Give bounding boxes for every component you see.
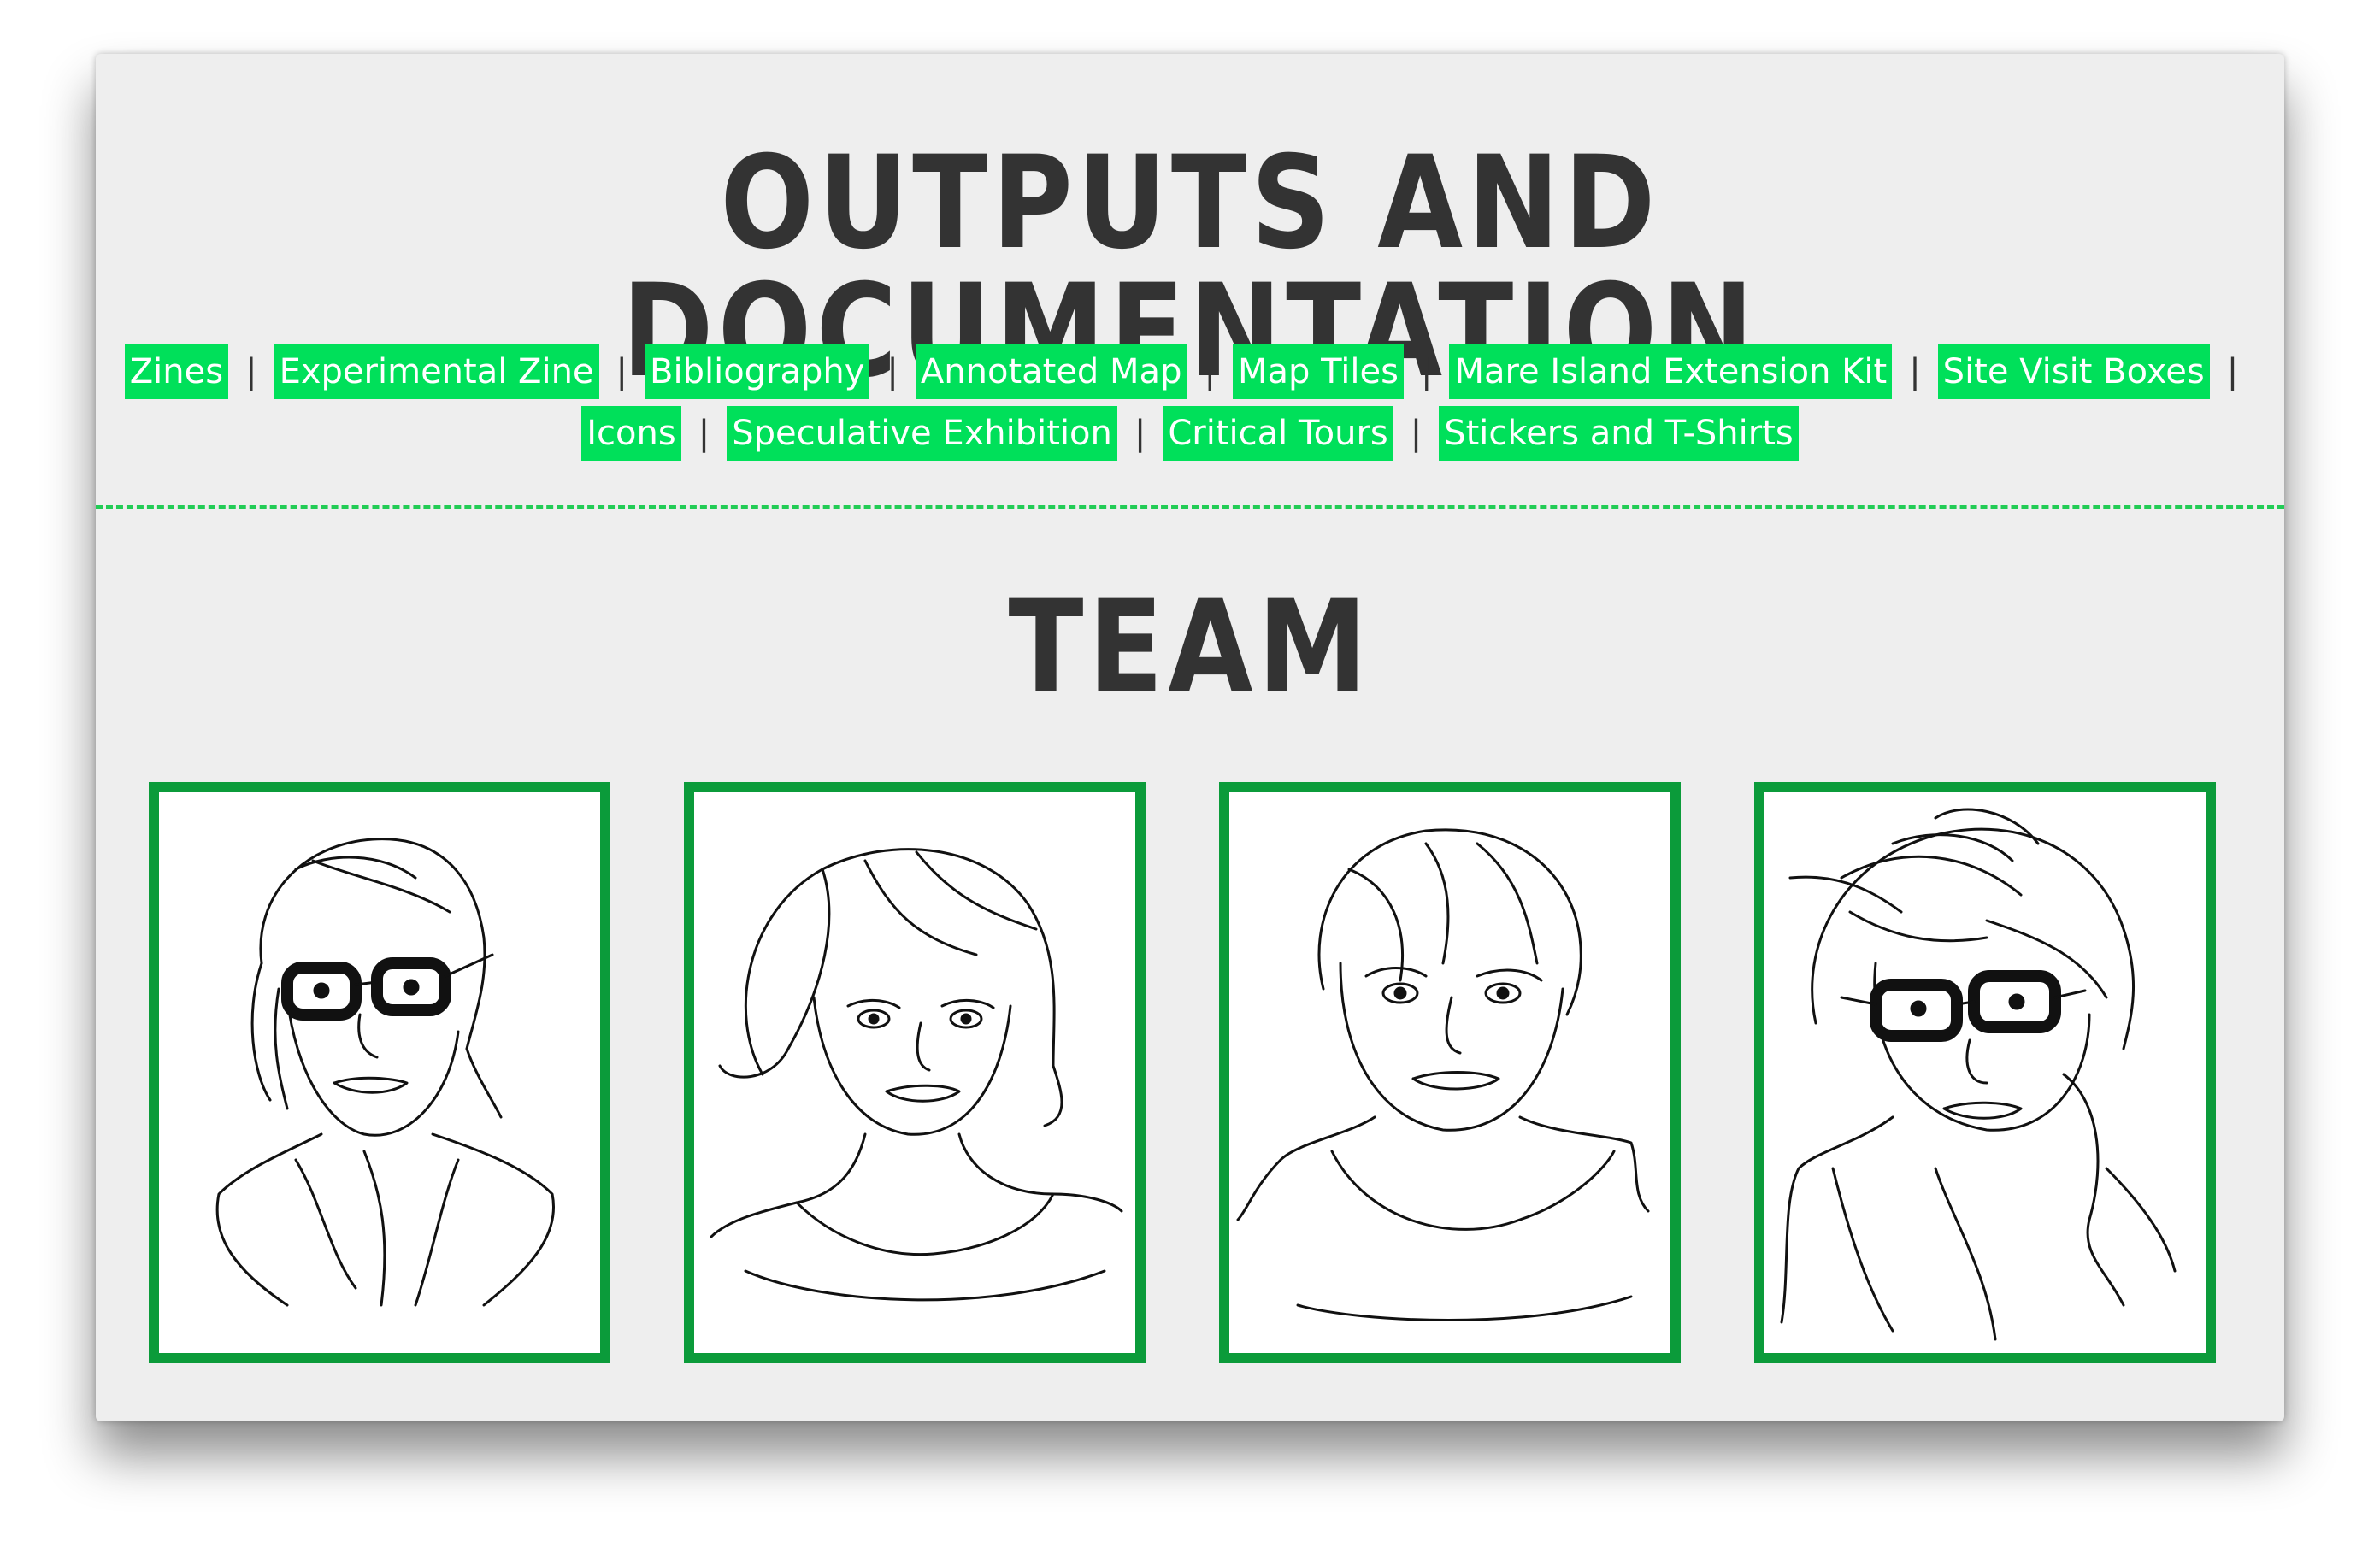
team-member-portrait[interactable]	[684, 782, 1146, 1363]
nav-separator: |	[698, 414, 710, 453]
nav-row-1: Zines | Experimental Zine | Bibliography | Ann…	[113, 341, 2267, 403]
portrait-drawing	[215, 838, 555, 1307]
nav-link-zines[interactable]: Zines	[124, 344, 229, 399]
nav-separator: |	[1134, 414, 1146, 453]
page-window: OUTPUTS AND DOCUMENTATION Zines | Experime…	[96, 54, 2284, 1421]
nav-row-2: Icons | Speculative Exhibition | Critical To…	[113, 403, 2267, 464]
nav-link-mare-island-extension-kit[interactable]: Mare Island Extension Kit	[1449, 344, 1893, 399]
nav-separator: |	[1909, 352, 1921, 391]
nav-separator: |	[616, 352, 628, 391]
team-grid	[149, 782, 2231, 1367]
nav-link-icons[interactable]: Icons	[581, 406, 681, 461]
team-member-portrait[interactable]	[1219, 782, 1681, 1363]
nav-separator: |	[1410, 414, 1423, 453]
nav-separator: |	[1204, 352, 1216, 391]
section-divider	[96, 505, 2284, 509]
nav-link-map-tiles[interactable]: Map Tiles	[1232, 344, 1404, 399]
team-member-portrait[interactable]	[1754, 782, 2216, 1363]
team-member-portrait[interactable]	[149, 782, 610, 1363]
nav-link-experimental-zine[interactable]: Experimental Zine	[274, 344, 599, 399]
nav-link-annotated-map[interactable]: Annotated Map	[915, 344, 1187, 399]
nav-link-stickers-and-t-shirts[interactable]: Stickers and T-Shirts	[1439, 406, 1799, 461]
nav-link-site-visit-boxes[interactable]: Site Visit Boxes	[1937, 344, 2210, 399]
nav-separator: |	[887, 352, 898, 391]
nav-link-critical-tours[interactable]: Critical Tours	[1163, 406, 1393, 461]
nav-separator: |	[1420, 352, 1433, 391]
nav-link-speculative-exhibition[interactable]: Speculative Exhibition	[727, 406, 1117, 461]
portrait-drawing	[1780, 808, 2177, 1341]
outputs-nav: Zines | Experimental Zine | Bibliography | Ann…	[113, 341, 2267, 464]
portrait-drawing	[710, 848, 1123, 1302]
nav-separator: |	[2226, 352, 2239, 391]
portrait-drawing	[1236, 828, 1650, 1321]
nav-link-bibliography[interactable]: Bibliography	[645, 344, 870, 399]
team-heading: TEAM	[1008, 574, 1372, 722]
nav-separator: |	[245, 352, 257, 391]
